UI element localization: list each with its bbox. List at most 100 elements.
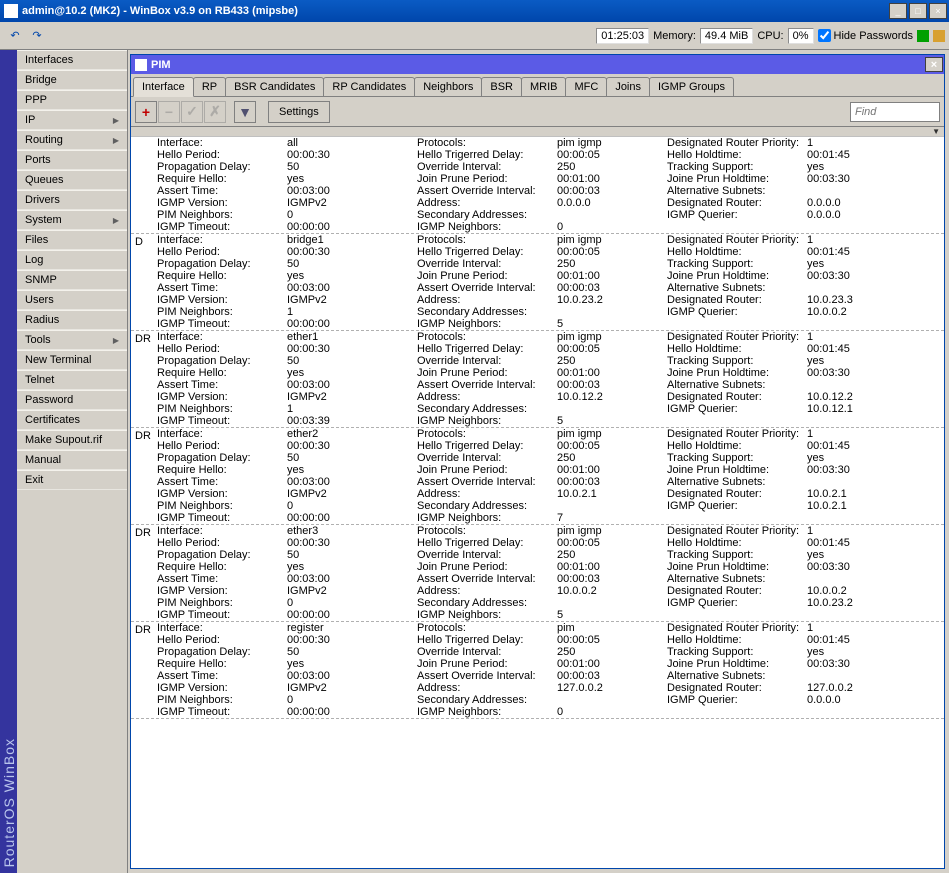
tab-interface[interactable]: Interface bbox=[133, 77, 194, 97]
field-value: 00:00:03 bbox=[555, 573, 665, 585]
field-value: yes bbox=[285, 173, 415, 185]
tab-joins[interactable]: Joins bbox=[606, 77, 650, 96]
field-value: 00:03:00 bbox=[285, 379, 415, 391]
sidebar-item-make-supout-rif[interactable]: Make Supout.rif bbox=[17, 430, 127, 450]
main-toolbar: ↶ ↷ 01:25:03 Memory: 49.4 MiB CPU: 0% Hi… bbox=[0, 22, 949, 50]
sidebar-item-manual[interactable]: Manual bbox=[17, 450, 127, 470]
field-value: register bbox=[285, 622, 415, 634]
sidebar-item-system[interactable]: System▶ bbox=[17, 210, 127, 230]
field-label: IGMP Neighbors: bbox=[415, 415, 555, 427]
tab-mrib[interactable]: MRIB bbox=[521, 77, 567, 96]
sidebar-item-drivers[interactable]: Drivers bbox=[17, 190, 127, 210]
field-label: IGMP Querier: bbox=[665, 209, 805, 221]
main-titlebar: admin@10.2 (MK2) - WinBox v3.9 on RB433 … bbox=[0, 0, 949, 22]
tab-rp-candidates[interactable]: RP Candidates bbox=[323, 77, 415, 96]
find-input[interactable] bbox=[850, 102, 940, 122]
tab-igmp-groups[interactable]: IGMP Groups bbox=[649, 77, 734, 96]
close-button[interactable]: × bbox=[929, 3, 947, 19]
field-value: 10.0.23.2 bbox=[805, 597, 885, 609]
field-label: Hello Period: bbox=[155, 537, 285, 549]
sidebar-item-log[interactable]: Log bbox=[17, 250, 127, 270]
sidebar-item-snmp[interactable]: SNMP bbox=[17, 270, 127, 290]
hide-passwords-toggle[interactable]: Hide Passwords bbox=[818, 29, 913, 42]
add-button[interactable]: + bbox=[135, 101, 157, 123]
sidebar-item-files[interactable]: Files bbox=[17, 230, 127, 250]
sidebar-item-password[interactable]: Password bbox=[17, 390, 127, 410]
minimize-button[interactable]: _ bbox=[889, 3, 907, 19]
sidebar-item-users[interactable]: Users bbox=[17, 290, 127, 310]
settings-button[interactable]: Settings bbox=[268, 101, 330, 123]
column-dropdown-icon[interactable]: ▼ bbox=[932, 127, 940, 136]
field-value: 127.0.0.2 bbox=[555, 682, 665, 694]
field-label: IGMP Version: bbox=[155, 197, 285, 209]
tab-neighbors[interactable]: Neighbors bbox=[414, 77, 482, 96]
field-label: Hello Trigerred Delay: bbox=[415, 149, 555, 161]
maximize-button[interactable]: □ bbox=[909, 3, 927, 19]
field-label: IGMP Version: bbox=[155, 391, 285, 403]
sidebar-item-radius[interactable]: Radius bbox=[17, 310, 127, 330]
field-label: Designated Router: bbox=[665, 682, 805, 694]
field-label: Join Prune Period: bbox=[415, 658, 555, 670]
sidebar-item-telnet[interactable]: Telnet bbox=[17, 370, 127, 390]
field-value: 1 bbox=[285, 403, 415, 415]
sidebar-item-interfaces[interactable]: Interfaces bbox=[17, 50, 127, 70]
field-label: Hello Holdtime: bbox=[665, 343, 805, 355]
interface-record[interactable]: DInterface:bridge1Protocols:pim igmpDesi… bbox=[131, 234, 944, 331]
sidebar-item-tools[interactable]: Tools▶ bbox=[17, 330, 127, 350]
field-label: Hello Holdtime: bbox=[665, 149, 805, 161]
field-value: 5 bbox=[555, 415, 665, 427]
tab-bsr[interactable]: BSR bbox=[481, 77, 522, 96]
field-value bbox=[555, 694, 665, 706]
sidebar-item-ip[interactable]: IP▶ bbox=[17, 110, 127, 130]
field-label: Hello Holdtime: bbox=[665, 634, 805, 646]
interface-record[interactable]: Interface:allProtocols:pim igmpDesignate… bbox=[131, 137, 944, 234]
disable-button[interactable]: ✗ bbox=[204, 101, 226, 123]
field-value: IGMPv2 bbox=[285, 682, 415, 694]
undo-button[interactable]: ↶ bbox=[4, 25, 26, 47]
field-label bbox=[665, 609, 805, 621]
field-label: Propagation Delay: bbox=[155, 355, 285, 367]
sidebar-item-bridge[interactable]: Bridge bbox=[17, 70, 127, 90]
field-label: Require Hello: bbox=[155, 270, 285, 282]
field-value: 00:00:05 bbox=[555, 343, 665, 355]
sidebar-item-routing[interactable]: Routing▶ bbox=[17, 130, 127, 150]
tab-mfc[interactable]: MFC bbox=[565, 77, 607, 96]
interface-record[interactable]: DRInterface:ether2Protocols:pim igmpDesi… bbox=[131, 428, 944, 525]
remove-button[interactable]: − bbox=[158, 101, 180, 123]
sidebar-item-certificates[interactable]: Certificates bbox=[17, 410, 127, 430]
sidebar-item-exit[interactable]: Exit bbox=[17, 470, 127, 490]
interface-record[interactable]: DRInterface:registerProtocols:pimDesigna… bbox=[131, 622, 944, 719]
field-value: 5 bbox=[555, 609, 665, 621]
field-label: Hello Period: bbox=[155, 634, 285, 646]
field-label: Interface: bbox=[155, 331, 285, 343]
sidebar-item-new-terminal[interactable]: New Terminal bbox=[17, 350, 127, 370]
field-value: 1 bbox=[805, 622, 885, 634]
pim-window: PIM × InterfaceRPBSR CandidatesRP Candid… bbox=[130, 54, 945, 869]
sidebar-item-label: Tools bbox=[25, 334, 51, 346]
field-label: Protocols: bbox=[415, 622, 555, 634]
tab-bsr-candidates[interactable]: BSR Candidates bbox=[225, 77, 324, 96]
field-value: ether1 bbox=[285, 331, 415, 343]
sidebar-item-queues[interactable]: Queues bbox=[17, 170, 127, 190]
field-label: IGMP Querier: bbox=[665, 403, 805, 415]
pim-data-list[interactable]: Interface:allProtocols:pim igmpDesignate… bbox=[131, 137, 944, 868]
field-label bbox=[665, 221, 805, 233]
sidebar-item-ppp[interactable]: PPP bbox=[17, 90, 127, 110]
pim-close-button[interactable]: × bbox=[925, 57, 943, 72]
redo-button[interactable]: ↷ bbox=[26, 25, 48, 47]
filter-button[interactable]: ▼ bbox=[234, 101, 256, 123]
field-label bbox=[665, 706, 805, 718]
pim-titlebar[interactable]: PIM × bbox=[131, 55, 944, 74]
field-label: Propagation Delay: bbox=[155, 549, 285, 561]
field-value: 00:00:03 bbox=[555, 476, 665, 488]
field-value: 00:03:00 bbox=[285, 573, 415, 585]
hide-passwords-checkbox[interactable] bbox=[818, 29, 831, 42]
interface-record[interactable]: DRInterface:ether1Protocols:pim igmpDesi… bbox=[131, 331, 944, 428]
field-label: Assert Time: bbox=[155, 185, 285, 197]
sidebar-item-ports[interactable]: Ports bbox=[17, 150, 127, 170]
field-value: IGMPv2 bbox=[285, 294, 415, 306]
tab-rp[interactable]: RP bbox=[193, 77, 226, 96]
interface-record[interactable]: DRInterface:ether3Protocols:pim igmpDesi… bbox=[131, 525, 944, 622]
enable-button[interactable]: ✓ bbox=[181, 101, 203, 123]
field-label: Assert Override Interval: bbox=[415, 670, 555, 682]
